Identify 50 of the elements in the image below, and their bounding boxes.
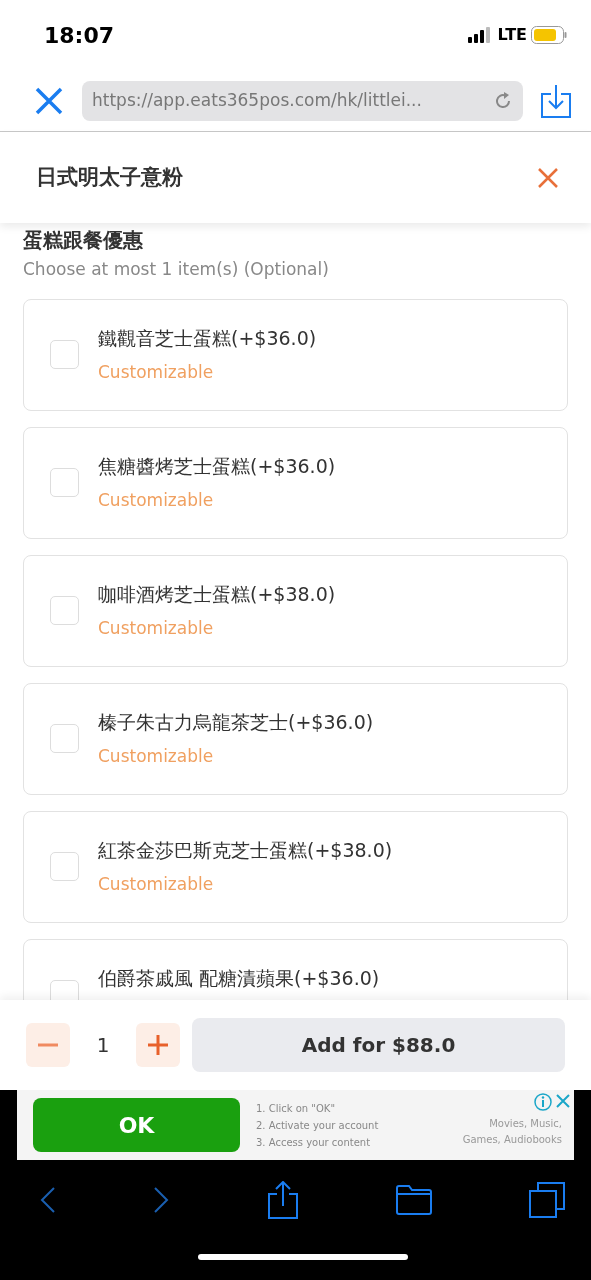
download-icon[interactable]: [541, 83, 571, 118]
status-time: 18:07: [44, 21, 115, 50]
back-icon[interactable]: [40, 1186, 56, 1214]
ad-tagline: Movies, Music,: [488, 1117, 562, 1131]
checkbox[interactable]: [50, 724, 79, 753]
info-icon[interactable]: [534, 1093, 552, 1111]
forward-icon[interactable]: [153, 1186, 170, 1214]
option-note: Customizable: [98, 744, 215, 768]
option-label: 鐵觀音芝士蛋糕(+$36.0): [98, 326, 317, 351]
close-icon[interactable]: [34, 85, 64, 116]
option-label: 咖啡酒烤芝士蛋糕(+$38.0): [98, 582, 336, 607]
add-to-cart-button[interactable]: Add for $88.0: [192, 1018, 565, 1072]
option-card[interactable]: 紅茶金莎巴斯克芝士蛋糕(+$38.0) Customizable: [23, 810, 568, 923]
quantity: 1: [95, 1032, 111, 1059]
option-card[interactable]: 鐵觀音芝士蛋糕(+$36.0) Customizable: [23, 298, 568, 411]
option-label: 榛子朱古力烏龍茶芝士(+$36.0): [98, 710, 374, 735]
checkbox[interactable]: [50, 852, 79, 881]
close-icon[interactable]: [537, 166, 559, 189]
dish-title: 日式明太子意粉: [36, 163, 183, 191]
network-label: LTE: [497, 24, 527, 46]
option-note: Customizable: [98, 872, 215, 896]
increase-button[interactable]: [136, 1023, 180, 1067]
checkbox[interactable]: [50, 596, 79, 625]
option-note: Customizable: [98, 616, 215, 640]
folder-icon[interactable]: [395, 1185, 432, 1215]
ad-step: 3. Access your content: [256, 1133, 379, 1151]
reload-icon[interactable]: [493, 90, 513, 111]
option-card[interactable]: 咖啡酒烤芝士蛋糕(+$38.0) Customizable: [23, 554, 568, 667]
minus-icon: [38, 1043, 58, 1047]
ad-tagline: Games, Audiobooks: [462, 1133, 562, 1147]
address-bar[interactable]: https://app.eats365pos.com/hk/littlei...: [82, 80, 523, 121]
option-label: 紅茶金莎巴斯克芝士蛋糕(+$38.0): [98, 838, 393, 863]
section-hint: Choose at most 1 item(s) (Optional): [23, 258, 330, 281]
option-card[interactable]: 焦糖醬烤芝士蛋糕(+$36.0) Customizable: [23, 426, 568, 539]
option-label: 伯爵茶戚風 配糖漬蘋果(+$36.0): [98, 966, 380, 991]
option-note: Customizable: [98, 488, 215, 512]
option-label: 焦糖醬烤芝士蛋糕(+$36.0): [98, 454, 336, 479]
checkbox[interactable]: [50, 340, 79, 369]
battery-icon: [531, 26, 567, 44]
tabs-icon[interactable]: [529, 1182, 565, 1218]
option-card[interactable]: 榛子朱古力烏龍茶芝士(+$36.0) Customizable: [23, 682, 568, 795]
section-title: 蛋糕跟餐優惠: [23, 227, 144, 254]
decrease-button[interactable]: [26, 1023, 70, 1067]
ad-step: 1. Click on "OK": [256, 1099, 379, 1117]
plus-icon: [148, 1035, 168, 1055]
share-icon[interactable]: [266, 1181, 299, 1219]
checkbox[interactable]: [50, 468, 79, 497]
close-icon[interactable]: [555, 1093, 571, 1109]
ad-step: 2. Activate your account: [256, 1116, 379, 1134]
option-note: Customizable: [98, 360, 215, 384]
